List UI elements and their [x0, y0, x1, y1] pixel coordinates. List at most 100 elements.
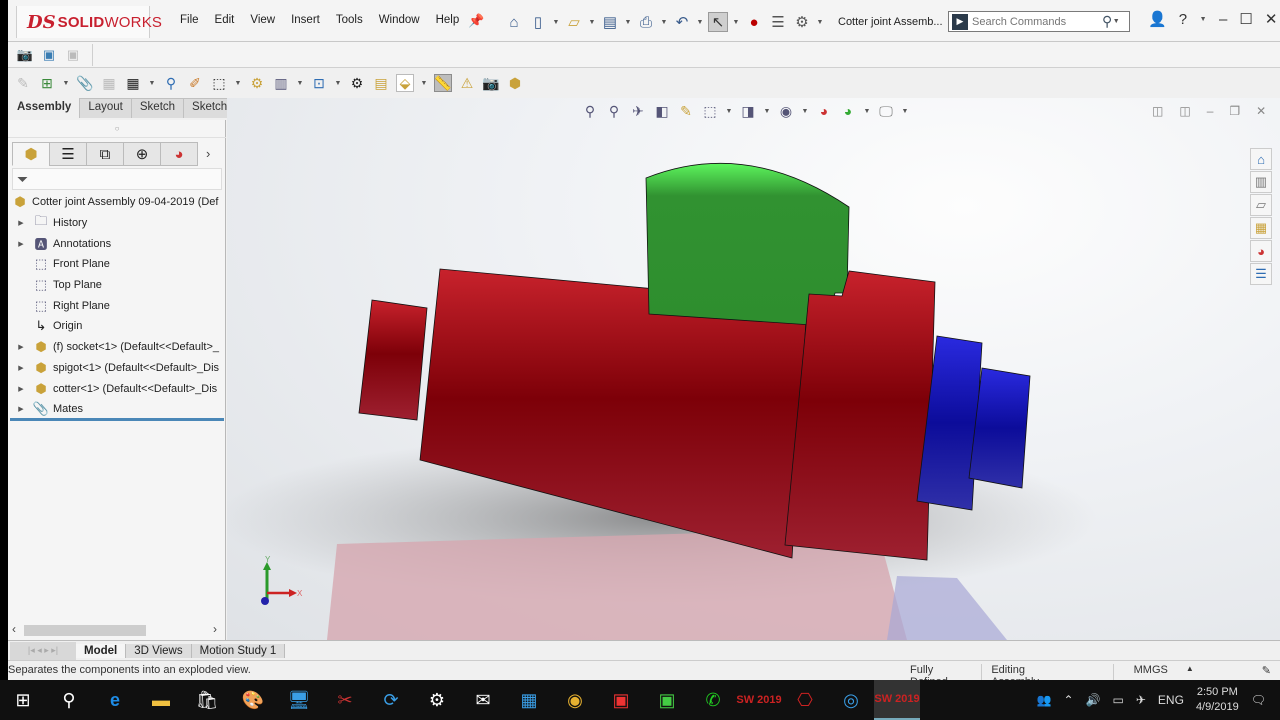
menu-file[interactable]: File	[172, 14, 207, 26]
tree-item-front-plane[interactable]: ⬚ Front Plane	[8, 254, 226, 275]
whatsapp-icon[interactable]: ✆	[690, 680, 736, 720]
show-hidden-components-icon[interactable]: ⬚	[210, 74, 228, 92]
save-dropdown[interactable]: ▼	[624, 19, 632, 26]
update-speedpak-icon[interactable]: ⚠	[458, 74, 476, 92]
file-explorer-icon[interactable]: ▱	[1250, 194, 1272, 216]
file-properties-icon[interactable]: ☰	[768, 12, 788, 32]
tab-assembly[interactable]: Assembly	[8, 98, 81, 118]
search-icon[interactable]: ⚲	[1102, 13, 1112, 30]
help-icon[interactable]: ?	[1179, 11, 1187, 28]
user-icon[interactable]: 👤	[1148, 10, 1167, 28]
rebuild-icon[interactable]: ●	[744, 12, 764, 32]
search-type-icon[interactable]: ▶	[952, 13, 968, 30]
tab-motion-study[interactable]: Motion Study 1	[191, 643, 286, 658]
home-icon[interactable]: ⌂	[504, 12, 524, 32]
tree-item-mates[interactable]: ▶ 📎 Mates	[8, 399, 226, 420]
instant3d-icon[interactable]: ▤	[372, 74, 390, 92]
tree-root-assembly[interactable]: ⬢ Cotter joint Assembly 09-04-2019 (Def	[8, 192, 226, 213]
model-render[interactable]	[227, 98, 1280, 640]
print-icon[interactable]: ⎙	[636, 12, 656, 32]
menu-window[interactable]: Window	[371, 14, 428, 26]
open-icon[interactable]: ▱	[564, 12, 584, 32]
select-dropdown[interactable]: ▼	[732, 19, 740, 26]
expand-arrow-icon[interactable]: ▶	[16, 343, 26, 351]
featuremanager-tab-icon[interactable]: ⬢	[12, 142, 50, 166]
new-document-icon[interactable]: ▯	[528, 12, 548, 32]
displaymanager-tab-icon[interactable]: ◕	[160, 142, 198, 166]
expand-arrow-icon[interactable]: ▶	[16, 219, 26, 227]
acrobat-icon[interactable]: ⎔	[782, 680, 828, 720]
tree-item-top-plane[interactable]: ⬚ Top Plane	[8, 275, 226, 296]
camera-icon[interactable]: 📷	[16, 46, 34, 64]
volume-icon[interactable]: 🔊	[1086, 693, 1101, 707]
instant3d-ruler-icon[interactable]: 📏	[434, 74, 452, 92]
battery-icon[interactable]: ▭	[1113, 693, 1124, 707]
scroll-thumb[interactable]	[24, 625, 146, 636]
take-snapshot-icon[interactable]: 📷	[482, 74, 500, 92]
edge-icon[interactable]: e	[92, 680, 138, 720]
new-motion-study-icon[interactable]: ⊡	[310, 74, 328, 92]
exploded-view-icon[interactable]: ⬙	[396, 74, 414, 92]
tree-item-spigot[interactable]: ▶ ⬢ spigot<1> (Default<<Default>_Dis	[8, 358, 226, 379]
language-indicator[interactable]: ENG	[1158, 693, 1184, 707]
solidworks-logo[interactable]: DS SOLIDWORKS	[16, 6, 162, 38]
tab-layout[interactable]: Layout	[79, 98, 132, 118]
configurationmanager-tab-icon[interactable]: ⧉	[86, 142, 124, 166]
tab-sketch[interactable]: Sketch	[130, 98, 185, 118]
store-icon[interactable]: 🛍	[184, 680, 230, 720]
tab-model[interactable]: Model	[76, 643, 127, 658]
show-hidden-dropdown[interactable]: ▼	[234, 80, 242, 87]
options-dropdown[interactable]: ▼	[816, 19, 824, 26]
filter-icon[interactable]: ⏷	[17, 171, 28, 187]
new-dropdown[interactable]: ▼	[552, 19, 560, 26]
menu-insert[interactable]: Insert	[283, 14, 328, 26]
open-dropdown[interactable]: ▼	[588, 19, 596, 26]
linear-pattern-icon[interactable]: ▦	[124, 74, 142, 92]
chrome-icon[interactable]: ◉	[552, 680, 598, 720]
horizontal-scrollbar[interactable]: ‹ ›	[8, 622, 226, 638]
insert-components-icon[interactable]: ⊞	[38, 74, 56, 92]
scroll-right-icon[interactable]: ›	[213, 622, 217, 636]
record-video-icon[interactable]: ▣	[40, 46, 58, 64]
snipping-tool-icon[interactable]: ✂	[322, 680, 368, 720]
pin-menu-icon[interactable]: 📌	[468, 13, 484, 29]
undo-icon[interactable]: ↶	[672, 12, 692, 32]
rollback-bar[interactable]	[10, 418, 224, 421]
expand-arrow-icon[interactable]: ▶	[16, 385, 26, 393]
view-palette-icon[interactable]: ▦	[1250, 217, 1272, 239]
show-hidden-icons[interactable]: ⌃	[1064, 693, 1074, 707]
more-tabs-chevron-icon[interactable]: ›	[206, 146, 210, 161]
assembly-features-icon[interactable]: ⚙	[248, 74, 266, 92]
menu-view[interactable]: View	[242, 14, 283, 26]
motion-dropdown[interactable]: ▼	[334, 80, 342, 87]
tree-item-cotter[interactable]: ▶ ⬢ cotter<1> (Default<<Default>_Dis	[8, 378, 226, 399]
expand-arrow-icon[interactable]: ▶	[16, 240, 26, 248]
control-panel-icon[interactable]: ▦	[506, 680, 552, 720]
design-library-icon[interactable]: ▥	[1250, 171, 1272, 193]
select-icon[interactable]: ↖	[708, 12, 728, 32]
dimxpertmanager-tab-icon[interactable]: ⊕	[123, 142, 161, 166]
large-assembly-mode-icon[interactable]: ⬢	[506, 74, 524, 92]
print-dropdown[interactable]: ▼	[660, 19, 668, 26]
search-input[interactable]	[972, 15, 1102, 28]
tab-navigation-arrows[interactable]: |◂ ◂ ▸ ▸|	[10, 641, 76, 660]
panel-splitter[interactable]: ○	[8, 120, 226, 138]
menu-edit[interactable]: Edit	[207, 14, 243, 26]
component-preview-icon[interactable]: ▦	[100, 74, 118, 92]
search-icon[interactable]: ⚲	[46, 680, 92, 720]
edit-component-icon[interactable]: ✎	[14, 74, 32, 92]
app-icon[interactable]: ⚙	[414, 680, 460, 720]
exploded-view-dropdown[interactable]: ▼	[420, 80, 428, 87]
menu-help[interactable]: Help	[428, 14, 468, 26]
expand-arrow-icon[interactable]: ▶	[16, 364, 26, 372]
tree-item-right-plane[interactable]: ⬚ Right Plane	[8, 295, 226, 316]
tree-item-history[interactable]: ▶ 🗀 History	[8, 213, 226, 234]
tree-item-annotations[interactable]: ▶ 🅰 Annotations	[8, 233, 226, 254]
tab-3d-views[interactable]: 3D Views	[126, 643, 192, 658]
close-button[interactable]: ✕	[1265, 10, 1278, 28]
tree-filter[interactable]: ⏷	[12, 168, 222, 190]
smart-fasteners-icon[interactable]: ⚲	[162, 74, 180, 92]
tree-item-socket[interactable]: ▶ ⬢ (f) socket<1> (Default<<Default>_	[8, 337, 226, 358]
browser-icon[interactable]: ◎	[828, 680, 874, 720]
solidworks-active-taskbar-icon[interactable]: SW 2019	[874, 680, 920, 720]
